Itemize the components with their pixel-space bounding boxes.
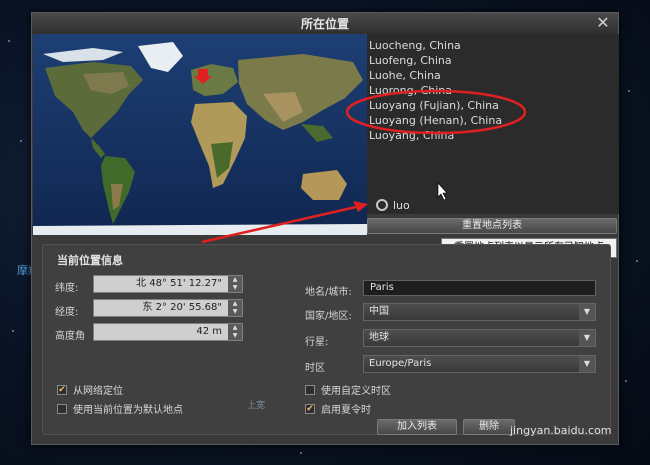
- search-icon: [376, 199, 388, 211]
- altitude-spinbox[interactable]: 42 m ▲ ▼: [93, 323, 243, 341]
- add-to-list-button[interactable]: 加入列表: [377, 419, 457, 435]
- checkbox-unchecked-icon: [305, 384, 315, 395]
- planet-value: 地球: [369, 332, 389, 343]
- city-label: 地名/城市:: [305, 287, 352, 298]
- country-value: 中国: [369, 306, 389, 317]
- longitude-value: 东 2° 20' 55.68": [142, 302, 222, 313]
- star: [628, 90, 630, 92]
- network-location-checkbox[interactable]: ✔ 从网络定位: [57, 382, 123, 397]
- star: [20, 140, 22, 142]
- checkbox-label: 使用当前位置为默认地点: [73, 405, 183, 416]
- default-location-checkbox[interactable]: 使用当前位置为默认地点: [57, 401, 183, 416]
- chevron-down-icon[interactable]: ▼: [579, 356, 595, 372]
- delete-button[interactable]: 删除: [463, 419, 515, 435]
- longitude-spinbox[interactable]: 东 2° 20' 55.68" ▲ ▼: [93, 299, 243, 317]
- country-label: 国家/地区:: [305, 311, 352, 322]
- chevron-down-icon[interactable]: ▼: [579, 304, 595, 320]
- latitude-value: 北 48° 51' 12.27": [136, 278, 222, 289]
- chevron-down-icon[interactable]: ▼: [579, 330, 595, 346]
- background-label: 上宽: [247, 401, 266, 411]
- dialog-titlebar[interactable]: 所在位置: [32, 13, 618, 35]
- list-item[interactable]: Luoyang (Fujian), China: [369, 98, 619, 113]
- search-query: luo: [393, 198, 410, 212]
- location-results-list[interactable]: Luocheng, China Luofeng, China Luohe, Ch…: [367, 34, 619, 214]
- checkbox-checked-icon: ✔: [57, 384, 67, 395]
- panel-title: 当前位置信息: [57, 254, 123, 267]
- daylight-saving-checkbox[interactable]: ✔ 启用夏令时: [305, 401, 371, 416]
- altitude-value: 42 m: [196, 326, 222, 337]
- checkbox-label: 从网络定位: [73, 386, 123, 397]
- spin-arrows-icon[interactable]: ▲ ▼: [228, 300, 242, 316]
- checkbox-label: 使用自定义时区: [321, 386, 391, 397]
- checkbox-label: 启用夏令时: [321, 405, 371, 416]
- custom-timezone-checkbox[interactable]: 使用自定义时区: [305, 382, 391, 397]
- close-icon[interactable]: ✕: [594, 14, 612, 32]
- star: [12, 330, 14, 332]
- planet-label: 行星:: [305, 337, 329, 348]
- checkbox-checked-icon: ✔: [305, 403, 315, 414]
- list-item[interactable]: Luocheng, China: [369, 38, 619, 53]
- country-select[interactable]: 中国 ▼: [363, 303, 596, 321]
- altitude-label: 高度角: [55, 331, 85, 342]
- longitude-label: 经度:: [55, 307, 79, 318]
- list-item[interactable]: Luorong, China: [369, 83, 619, 98]
- watermark: jingyan.baidu.com: [510, 424, 612, 437]
- star: [300, 452, 302, 454]
- timezone-select[interactable]: Europe/Paris ▼: [363, 355, 596, 373]
- spin-arrows-icon[interactable]: ▲ ▼: [228, 324, 242, 340]
- city-field[interactable]: Paris: [363, 280, 596, 296]
- search-input[interactable]: luo: [376, 197, 410, 213]
- current-location-panel: 当前位置信息 纬度: 北 48° 51' 12.27" ▲ ▼ 经度: 东 2° …: [42, 244, 611, 435]
- list-item[interactable]: Luofeng, China: [369, 53, 619, 68]
- location-dialog: 所在位置 ✕ Luocheng, China Luofeng, China Lu…: [31, 12, 619, 445]
- checkbox-unchecked-icon: [57, 403, 67, 414]
- star: [625, 380, 627, 382]
- world-map[interactable]: [33, 34, 367, 235]
- planet-select[interactable]: 地球 ▼: [363, 329, 596, 347]
- world-map-graphic: [33, 34, 367, 235]
- list-item[interactable]: Luoyang, China: [369, 128, 619, 143]
- dialog-title: 所在位置: [300, 17, 349, 31]
- star: [636, 260, 638, 262]
- timezone-value: Europe/Paris: [369, 358, 432, 369]
- spin-arrows-icon[interactable]: ▲ ▼: [228, 276, 242, 292]
- latitude-spinbox[interactable]: 北 48° 51' 12.27" ▲ ▼: [93, 275, 243, 293]
- list-item[interactable]: Luoyang (Henan), China: [369, 113, 619, 128]
- timezone-label: 时区: [305, 363, 325, 374]
- list-item[interactable]: Luohe, China: [369, 68, 619, 83]
- latitude-label: 纬度:: [55, 283, 79, 294]
- reset-location-list-button[interactable]: 重置地点列表: [367, 218, 617, 234]
- star: [8, 40, 10, 42]
